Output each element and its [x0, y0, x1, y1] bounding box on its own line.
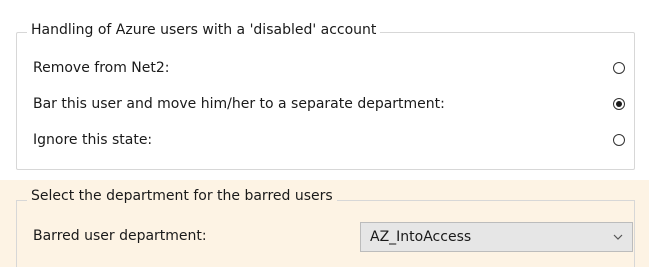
department-group-title: Select the department for the barred use… [27, 186, 337, 206]
option-ignore-label: Ignore this state: [33, 132, 153, 148]
barred-department-value: AZ_IntoAccess [370, 229, 472, 245]
radio-dot [616, 101, 622, 107]
chevron-down-icon [613, 234, 623, 240]
option-bar-radio[interactable] [613, 98, 625, 110]
option-ignore-radio[interactable] [613, 134, 625, 146]
disabled-handling-group-title: Handling of Azure users with a 'disabled… [27, 20, 381, 40]
barred-department-select[interactable]: AZ_IntoAccess [360, 222, 633, 252]
option-bar-label: Bar this user and move him/her to a sepa… [33, 96, 445, 112]
barred-department-label: Barred user department: [33, 228, 207, 244]
azure-disabled-users-settings: Handling of Azure users with a 'disabled… [0, 0, 649, 267]
option-remove-radio[interactable] [613, 62, 625, 74]
option-remove-label: Remove from Net2: [33, 60, 170, 76]
top-strip [0, 0, 649, 6]
